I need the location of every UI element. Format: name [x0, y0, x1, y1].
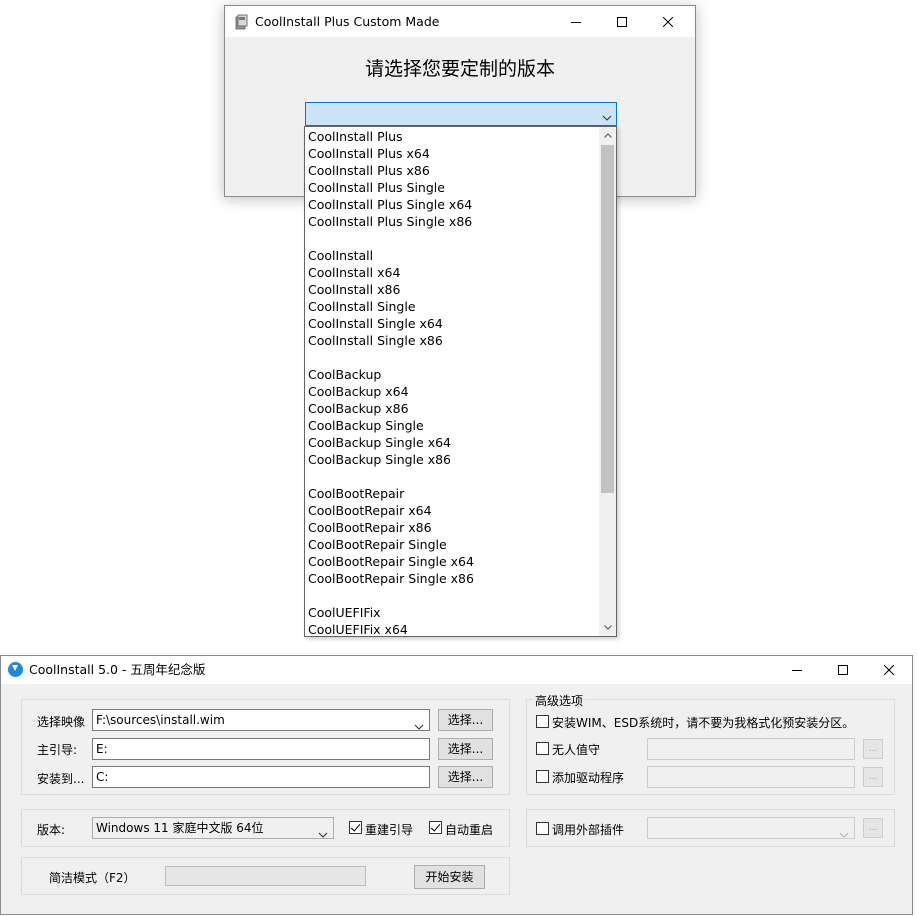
image-select[interactable]: F:\sources\install.wim — [92, 709, 430, 731]
version-option[interactable]: CoolInstall x64 — [307, 264, 601, 281]
scroll-down-button[interactable] — [599, 619, 616, 636]
chevron-down-icon — [414, 716, 424, 730]
version-option[interactable]: CoolInstall x86 — [307, 281, 601, 298]
version-option[interactable]: CoolBackup — [307, 366, 601, 383]
version-option[interactable]: CoolBootRepair — [307, 485, 601, 502]
unattended-checkbox[interactable] — [536, 742, 549, 755]
chevron-up-icon — [603, 133, 612, 138]
maximize-button[interactable] — [820, 656, 866, 684]
version-select[interactable] — [305, 102, 617, 126]
boot-label: 主引导: — [37, 743, 78, 757]
version-option[interactable]: CoolBackup x86 — [307, 400, 601, 417]
option-separator — [307, 230, 601, 247]
version-dropdown-list[interactable]: CoolInstall Plus CoolInstall Plus x64 Cool… — [304, 126, 617, 637]
image-browse-button[interactable]: 选择... — [438, 709, 493, 731]
plugin-label[interactable]: 调用外部插件 — [552, 821, 624, 838]
maximize-icon — [838, 665, 848, 675]
close-icon — [663, 16, 673, 27]
edition-label: 版本: — [37, 823, 66, 837]
close-button[interactable] — [866, 656, 912, 684]
maximize-button[interactable] — [599, 6, 645, 37]
version-option[interactable]: CoolInstall Plus x64 — [307, 145, 601, 162]
simple-mode-label[interactable]: 简洁模式（F2） — [49, 869, 136, 886]
chevron-down-icon — [602, 110, 612, 124]
rebuild-boot-checkbox[interactable] — [349, 821, 362, 834]
auto-restart-label[interactable]: 自动重启 — [445, 821, 493, 838]
version-option[interactable]: CoolBootRepair Single x86 — [307, 570, 601, 587]
unattended-browse-button[interactable]: ... — [863, 739, 883, 759]
edition-select-value: Windows 11 家庭中文版 64位 — [96, 821, 264, 835]
image-select-value: F:\sources\install.wim — [96, 713, 225, 727]
close-icon — [884, 665, 894, 675]
maximize-icon — [617, 16, 627, 27]
chevron-down-icon — [839, 824, 849, 838]
version-option[interactable]: CoolBackup x64 — [307, 383, 601, 400]
scrollbar[interactable] — [599, 127, 616, 636]
install-browse-button[interactable]: 选择... — [438, 766, 493, 788]
chevron-down-icon — [318, 824, 328, 838]
main-window: CoolInstall 5.0 - 五周年纪念版 选择映像 F:\sources… — [0, 655, 913, 915]
esd-format-label[interactable]: 安装WIM、ESD系统时，请不要为我格式化预安装分区。 — [552, 714, 854, 731]
boot-browse-button[interactable]: 选择... — [438, 738, 493, 760]
unattended-label[interactable]: 无人值守 — [552, 741, 600, 758]
minimize-button[interactable] — [553, 6, 599, 37]
window-title: CoolInstall 5.0 - 五周年纪念版 — [29, 662, 206, 677]
version-option[interactable]: CoolInstall Plus x86 — [307, 162, 601, 179]
title-bar[interactable]: CoolInstall Plus Custom Made — [225, 6, 695, 37]
version-option[interactable]: CoolBackup Single x64 — [307, 434, 601, 451]
version-option[interactable]: CoolBootRepair Single x64 — [307, 553, 601, 570]
chevron-down-icon — [603, 625, 612, 630]
option-separator — [307, 587, 601, 604]
rebuild-boot-label[interactable]: 重建引导 — [365, 821, 413, 838]
version-option[interactable]: CoolInstall Plus — [307, 128, 601, 145]
version-option[interactable]: CoolBackup Single x86 — [307, 451, 601, 468]
close-button[interactable] — [645, 6, 691, 37]
esd-format-checkbox[interactable] — [536, 715, 549, 728]
plugin-select[interactable] — [647, 817, 855, 839]
version-options: CoolInstall Plus CoolInstall Plus x64 Cool… — [307, 128, 601, 636]
plugin-browse-button[interactable]: ... — [863, 818, 883, 838]
minimize-icon — [792, 670, 802, 671]
scroll-up-button[interactable] — [599, 127, 616, 144]
install-progress-bar — [165, 866, 366, 886]
install-field[interactable]: C: — [92, 766, 430, 788]
version-option[interactable]: CoolBootRepair x86 — [307, 519, 601, 536]
version-option[interactable]: CoolInstall Plus Single x64 — [307, 196, 601, 213]
version-option[interactable]: CoolInstall Single x86 — [307, 332, 601, 349]
boot-field[interactable]: E: — [92, 738, 430, 760]
add-driver-field[interactable] — [647, 766, 855, 788]
add-driver-browse-button[interactable]: ... — [863, 767, 883, 787]
version-option[interactable]: CoolBootRepair x64 — [307, 502, 601, 519]
add-driver-checkbox[interactable] — [536, 770, 549, 783]
version-option[interactable]: CoolInstall Single — [307, 298, 601, 315]
start-install-button[interactable]: 开始安装 — [414, 865, 485, 889]
version-option[interactable]: CoolUEFIFix x64 — [307, 621, 601, 636]
add-driver-label[interactable]: 添加驱动程序 — [552, 769, 624, 786]
minimize-icon — [571, 21, 581, 23]
scrollbar-thumb[interactable] — [601, 145, 614, 493]
image-label: 选择映像 — [37, 715, 86, 729]
unattended-field[interactable] — [647, 738, 855, 760]
download-icon — [8, 662, 23, 677]
page-heading: 请选择您要定制的版本 — [364, 58, 555, 80]
auto-restart-checkbox[interactable] — [429, 821, 442, 834]
window-title: CoolInstall Plus Custom Made — [255, 14, 440, 29]
version-option[interactable]: CoolInstall — [307, 247, 601, 264]
minimize-button[interactable] — [774, 656, 820, 684]
version-option[interactable]: CoolInstall Plus Single x86 — [307, 213, 601, 230]
title-bar[interactable]: CoolInstall 5.0 - 五周年纪念版 — [1, 656, 912, 684]
version-option[interactable]: CoolBootRepair Single — [307, 536, 601, 553]
version-option[interactable]: CoolInstall Plus Single — [307, 179, 601, 196]
app-icon — [233, 14, 249, 30]
option-separator — [307, 349, 601, 366]
version-option[interactable]: CoolInstall Single x64 — [307, 315, 601, 332]
option-separator — [307, 468, 601, 485]
version-option[interactable]: CoolUEFIFix — [307, 604, 601, 621]
version-option[interactable]: CoolBackup Single — [307, 417, 601, 434]
plugin-checkbox[interactable] — [536, 822, 549, 835]
advanced-options-title: 高级选项 — [533, 692, 586, 709]
edition-select[interactable]: Windows 11 家庭中文版 64位 — [92, 817, 334, 839]
install-label: 安装到... — [37, 772, 85, 786]
